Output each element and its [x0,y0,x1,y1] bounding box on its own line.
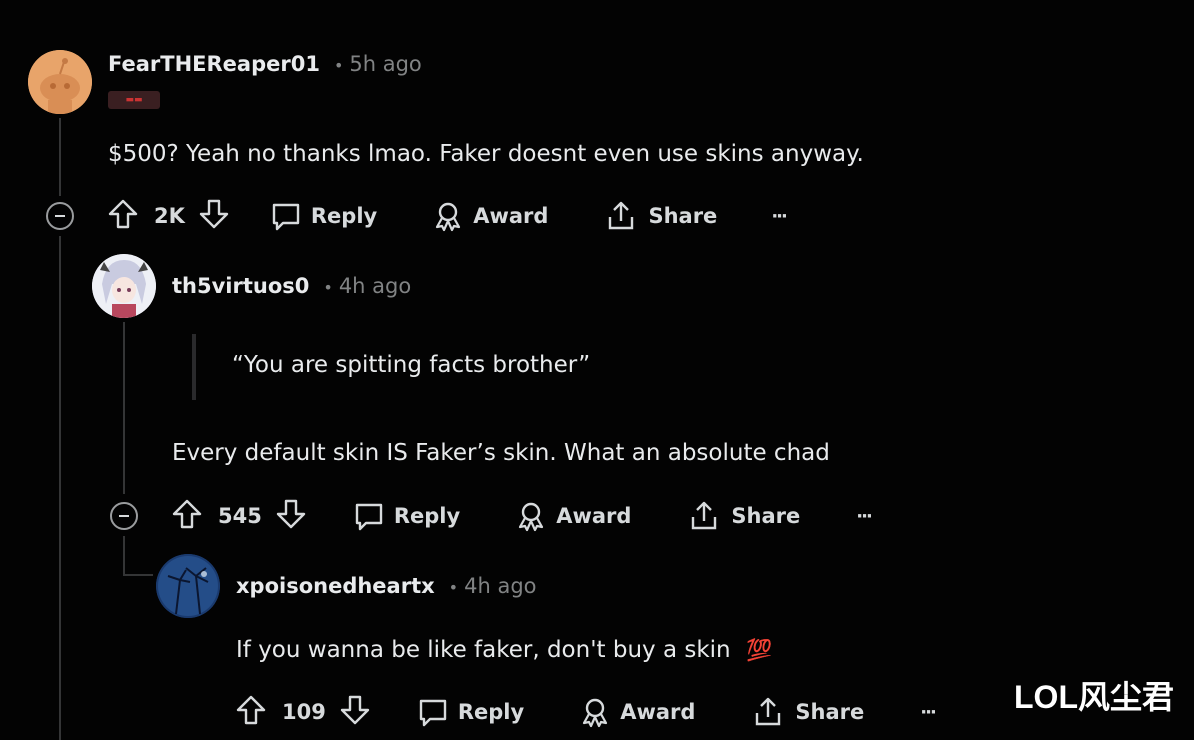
avatar[interactable] [92,254,156,318]
comment-meta: th5virtuos0 • 4h ago [172,274,411,298]
reply-label: Reply [457,700,525,724]
snoo-avatar-icon [28,50,92,114]
more-options-button[interactable]: ··· [920,702,936,723]
share-button[interactable]: Share [604,199,717,233]
comment-body: $500? Yeah no thanks lmao. Faker doesnt … [108,141,864,167]
more-options-button[interactable]: ··· [771,206,787,227]
award-icon [578,695,612,729]
hundred-points-icon: 💯 [745,638,773,662]
reply-button[interactable]: Reply [416,695,524,729]
upvote-icon[interactable] [106,197,140,235]
comment-quote: “You are spitting facts brother” [232,352,591,378]
vote-count: 109 [282,700,326,724]
reply-icon [352,499,386,533]
thread-line-2[interactable] [123,322,125,494]
reply-icon [416,695,450,729]
comment-actions: 545 Reply Award Share ··· [170,496,873,536]
comment-meta: xpoisonedheartx • 4h ago [236,574,537,598]
user-flair: ▬▬ [108,91,160,109]
reply-button[interactable]: Reply [269,199,377,233]
award-label: Award [620,700,696,724]
comment-thread: ▬▬ FearTHEReaper01 • 5h ago $500? Yeah n… [0,0,1194,740]
reply-label: Reply [310,204,378,228]
watermark: LOL风尘君 [1014,679,1174,715]
downvote-icon[interactable] [274,497,308,535]
collapse-button[interactable] [46,202,74,230]
downvote-icon[interactable] [197,197,231,235]
timestamp[interactable]: 4h ago [464,574,536,598]
comment-body: Every default skin IS Faker’s skin. What… [172,440,830,466]
share-label: Share [795,700,865,724]
share-button[interactable]: Share [751,695,864,729]
comment-body-text: If you wanna be like faker, don't buy a … [236,637,731,663]
meta-separator: • [323,278,333,297]
award-icon [514,499,548,533]
award-label: Award [473,204,549,228]
author-name[interactable]: th5virtuos0 [172,274,309,298]
anime-avatar-icon [92,254,156,318]
thread-line-1[interactable] [59,118,61,196]
share-icon [604,199,638,233]
palm-tree-avatar-icon [156,554,220,618]
reply-icon [269,199,303,233]
award-label: Award [556,504,632,528]
upvote-icon[interactable] [234,693,268,731]
award-button[interactable]: Award [514,499,631,533]
thread-line-2-lower[interactable] [123,536,125,576]
award-button[interactable]: Award [431,199,548,233]
vote-count: 545 [218,504,262,528]
meta-separator: • [333,56,344,75]
share-icon [687,499,721,533]
author-name[interactable]: FearTHEReaper01 [108,52,320,76]
thread-branch [123,574,153,576]
avatar[interactable] [156,554,220,618]
share-label: Share [648,204,718,228]
comment-actions: 109 Reply Award Share ··· [234,692,937,732]
meta-separator: • [448,578,459,597]
downvote-icon[interactable] [338,693,372,731]
share-button[interactable]: Share [687,499,800,533]
reply-button[interactable]: Reply [352,499,460,533]
comment-meta: FearTHEReaper01 • 5h ago [108,52,422,76]
thread-line-1-lower[interactable] [59,236,61,740]
vote-count: 2K [154,204,185,228]
more-options-button[interactable]: ··· [856,506,872,527]
timestamp[interactable]: 5h ago [349,52,421,76]
author-name[interactable]: xpoisonedheartx [236,574,435,598]
blockquote-bar [192,334,196,400]
comment-actions: 2K Reply Award Share ··· [106,196,788,236]
timestamp[interactable]: 4h ago [339,274,411,298]
share-label: Share [731,504,801,528]
award-button[interactable]: Award [578,695,695,729]
reply-label: Reply [393,504,461,528]
award-icon [431,199,465,233]
share-icon [751,695,785,729]
comment-body: If you wanna be like faker, don't buy a … [236,637,772,663]
avatar[interactable] [28,50,92,114]
collapse-button[interactable] [110,502,138,530]
upvote-icon[interactable] [170,497,204,535]
